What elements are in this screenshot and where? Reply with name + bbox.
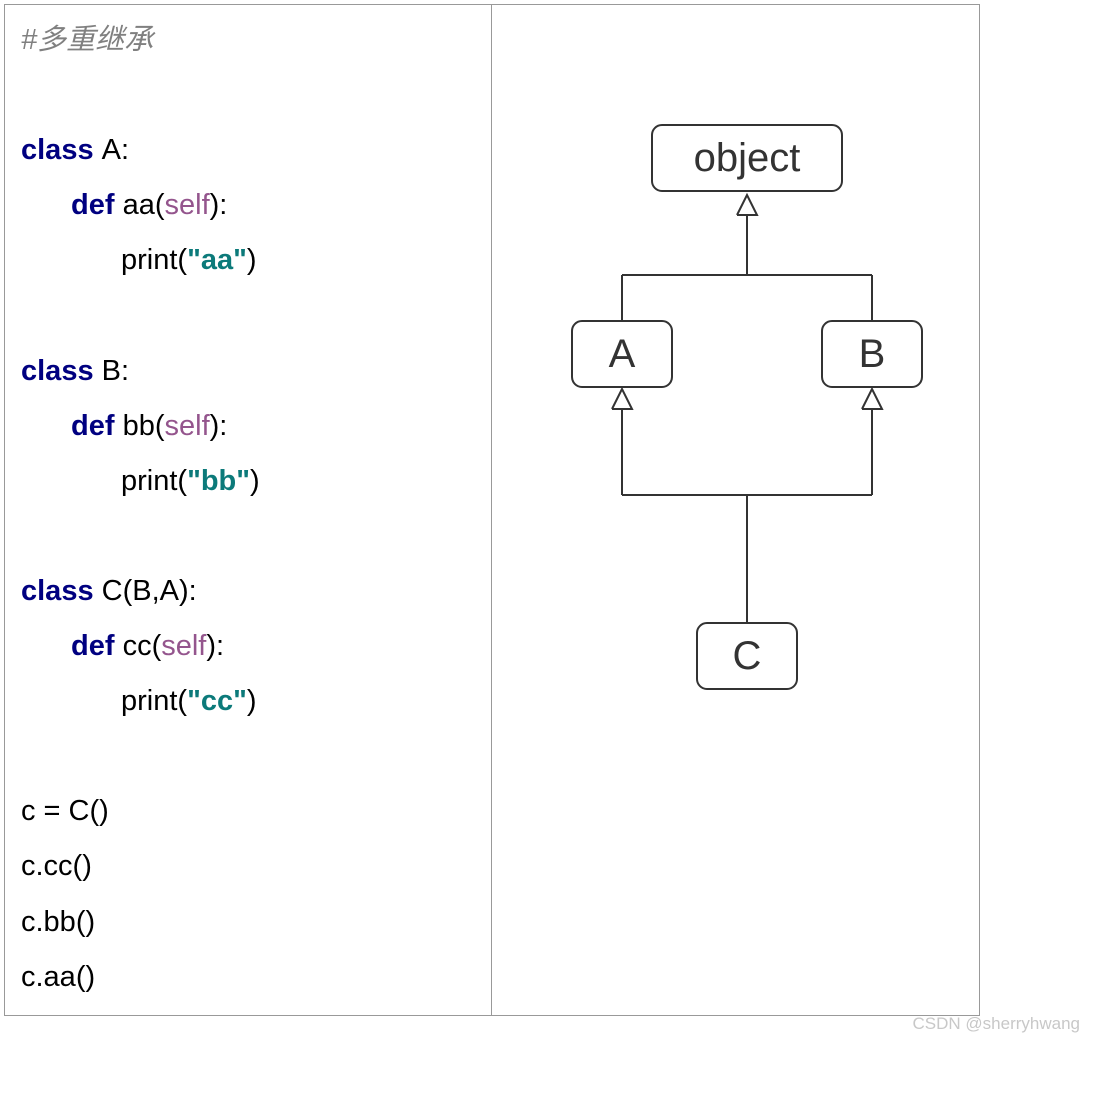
- code-line-usage-1: c.cc(): [21, 839, 475, 894]
- two-column-layout: #多重继承 class A: def aa(self): print("aa")…: [4, 4, 980, 1016]
- blank-line: [21, 729, 475, 784]
- code-line-def-aa: def aa(self):: [21, 178, 475, 233]
- code-comment: #多重继承: [21, 13, 475, 68]
- code-line-print-cc: print("cc"): [21, 674, 475, 729]
- node-b-label: B: [859, 332, 886, 376]
- node-c-label: C: [733, 634, 762, 678]
- code-line-def-cc: def cc(self):: [21, 619, 475, 674]
- code-line-print-aa: print("aa"): [21, 233, 475, 288]
- code-line-def-bb: def bb(self):: [21, 399, 475, 454]
- code-line-class-c: class C(B,A):: [21, 564, 475, 619]
- code-line-print-bb: print("bb"): [21, 454, 475, 509]
- code-line-class-a: class A:: [21, 123, 475, 178]
- edge-ab-to-object: [622, 195, 872, 321]
- code-panel: #多重继承 class A: def aa(self): print("aa")…: [5, 5, 492, 1015]
- blank-line: [21, 68, 475, 123]
- blank-line: [21, 288, 475, 343]
- node-object-label: object: [694, 136, 801, 180]
- code-line-usage-0: c = C(): [21, 784, 475, 839]
- watermark: CSDN @sherryhwang: [913, 1014, 1080, 1034]
- diagram-panel: object A B C: [492, 5, 979, 1015]
- edge-c-to-ab: [612, 389, 882, 623]
- code-line-class-b: class B:: [21, 344, 475, 399]
- code-line-usage-3: c.aa(): [21, 950, 475, 1005]
- node-a-label: A: [609, 332, 636, 376]
- blank-line: [21, 509, 475, 564]
- inheritance-diagram: object A B C: [492, 5, 980, 1015]
- code-line-usage-2: c.bb(): [21, 895, 475, 950]
